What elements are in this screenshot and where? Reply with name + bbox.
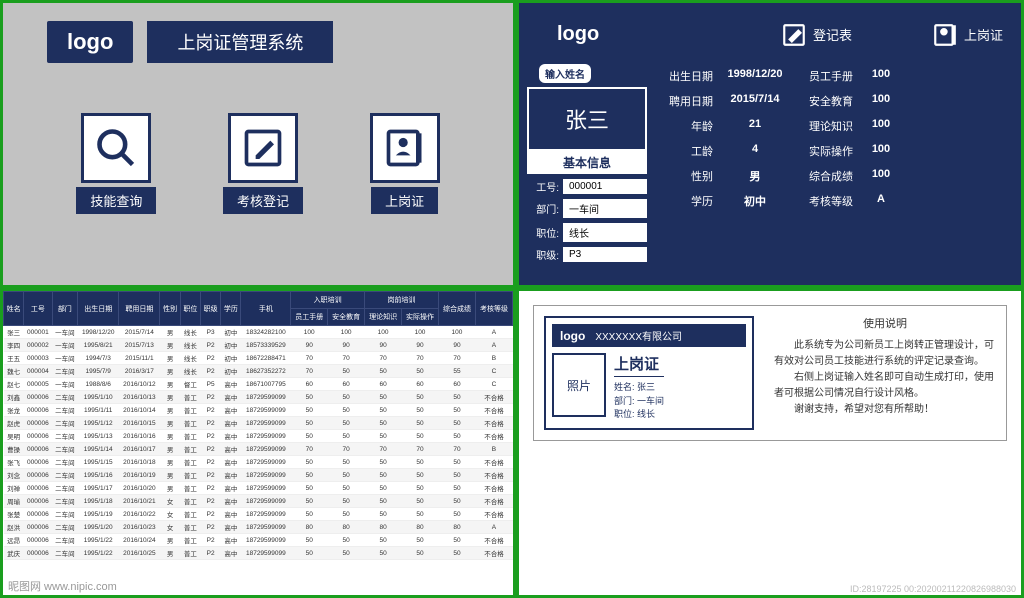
instructions: 使用说明 此系统专为公司新员工上岗转正管理设计，可有效对公司员工技能进行系统的评…: [774, 316, 996, 418]
table-row[interactable]: 张飞000006二车间1995/1/152016/10/18男普工P2高中187…: [4, 456, 513, 469]
table-row[interactable]: 李四000002一车间1995/8/212015/7/13男线长P2初中1857…: [4, 339, 513, 352]
table-row[interactable]: 赵虎000006二车间1995/1/122016/10/15男普工P2高中187…: [4, 417, 513, 430]
table-row[interactable]: 曹操000006二车间1995/1/142016/10/17男普工P2高中187…: [4, 443, 513, 456]
data-table-panel: 姓名工号部门出生日期聘用日期性别职位职级学历手机入职培训岗前培训综合成绩考核等级…: [0, 288, 516, 598]
watermark-id: ID:28197225 00:20200211220826988030: [850, 584, 1016, 594]
logo: logo: [537, 15, 619, 54]
cert-button[interactable]: 上岗证: [370, 113, 440, 214]
table-row[interactable]: 武庆000006二车间1995/1/222016/10/25男普工P2高中187…: [4, 547, 513, 560]
table-row[interactable]: 张三000001一车间1998/12/202015/7/14男线长P3初中183…: [4, 326, 513, 339]
photo-placeholder: 照片: [552, 353, 606, 417]
dept-field[interactable]: 一车间: [563, 199, 647, 218]
name-input[interactable]: 张三: [527, 87, 647, 151]
skill-query-button[interactable]: 技能查询: [76, 113, 156, 214]
main-menu-panel: logo 上岗证管理系统 技能查询 考核登记 上岗证: [0, 0, 516, 288]
system-title: 上岗证管理系统: [147, 21, 333, 63]
table-row[interactable]: 远昂000006二车间1995/1/222016/10/24男普工P2高中187…: [4, 534, 513, 547]
pos-field[interactable]: 线长: [563, 223, 647, 242]
pencil-icon: [241, 126, 285, 170]
info-grid: 出生日期1998/12/20 员工手册100 聘用日期2015/7/14 安全教…: [659, 68, 1007, 209]
emp-no-field[interactable]: 000001: [563, 179, 647, 194]
detail-panel: logo 登记表 上岗证 输入姓名 张三 基本信息 工号:000001 部门:一…: [516, 0, 1024, 288]
table-row[interactable]: 张楚000006二车间1995/1/192016/10/22女普工P2高中187…: [4, 508, 513, 521]
id-card-icon: [932, 22, 958, 48]
table-row[interactable]: 吴明000006二车间1995/1/132016/10/16男普工P2高中187…: [4, 430, 513, 443]
tab-cert[interactable]: 上岗证: [932, 22, 1003, 48]
card-instructions-panel: logoXXXXXXX有限公司 照片 上岗证 姓名: 张三 部门: 一车间 职位…: [516, 288, 1024, 598]
employee-table: 姓名工号部门出生日期聘用日期性别职位职级学历手机入职培训岗前培训综合成绩考核等级…: [3, 291, 513, 560]
grade-field[interactable]: P3: [563, 247, 647, 262]
id-card-icon: [383, 126, 427, 170]
table-row[interactable]: 赵七000005一车间1988/8/62016/10/12男督工P5高中1867…: [4, 378, 513, 391]
table-row[interactable]: 张龙000006二车间1995/1/112016/10/14男普工P2高中187…: [4, 404, 513, 417]
table-row[interactable]: 刘禅000006二车间1995/1/172016/10/20男普工P2高中187…: [4, 482, 513, 495]
basic-info-label: 基本信息: [527, 151, 647, 174]
id-card: logoXXXXXXX有限公司 照片 上岗证 姓名: 张三 部门: 一车间 职位…: [544, 316, 754, 430]
logo: logo: [47, 21, 133, 63]
table-row[interactable]: 刘念000006二车间1995/1/162016/10/19男普工P2高中187…: [4, 469, 513, 482]
table-row[interactable]: 周瑜000006二车间1995/1/182016/10/21女普工P2高中187…: [4, 495, 513, 508]
table-row[interactable]: 王五000003一车间1994/7/32015/11/1男线长P2初中18672…: [4, 352, 513, 365]
table-row[interactable]: 魏七000004二车间1995/7/92016/3/17男线长P2初中18627…: [4, 365, 513, 378]
input-name-label: 输入姓名: [539, 64, 591, 83]
table-row[interactable]: 赵洪000006二车间1995/1/202016/10/23女普工P2高中187…: [4, 521, 513, 534]
table-row[interactable]: 刘鑫000006二车间1995/1/102016/10/13男普工P2高中187…: [4, 391, 513, 404]
assess-register-button[interactable]: 考核登记: [223, 113, 303, 214]
pencil-icon: [781, 22, 807, 48]
tab-register[interactable]: 登记表: [781, 22, 852, 48]
watermark: 昵图网 www.nipic.com: [8, 578, 117, 594]
magnifier-icon: [94, 126, 138, 170]
